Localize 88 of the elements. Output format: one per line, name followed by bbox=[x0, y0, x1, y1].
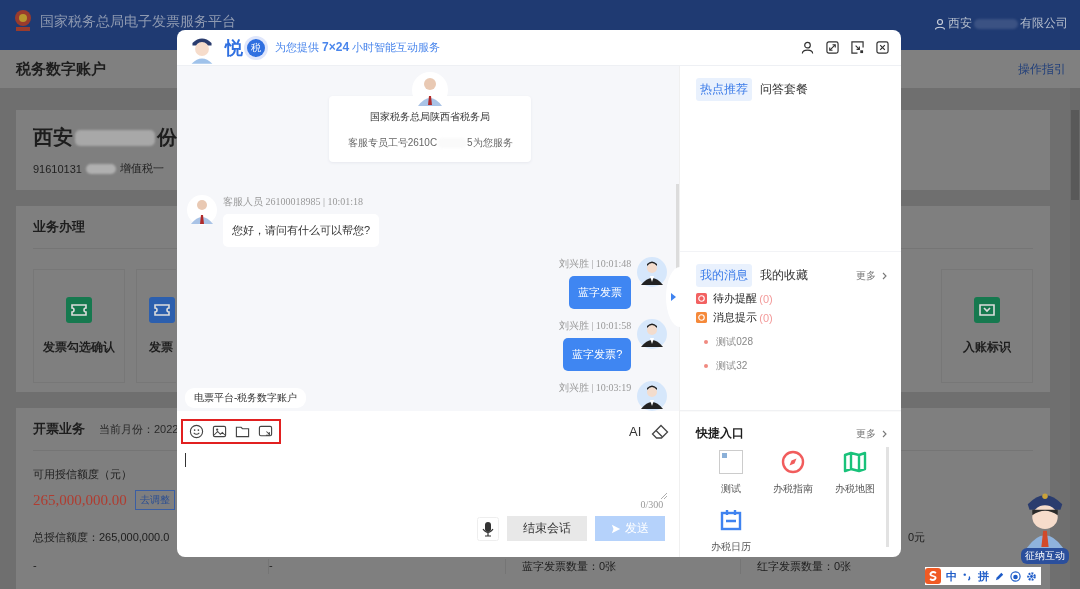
message-bubble: 蓝字发票? bbox=[563, 338, 632, 371]
counter-value: (0) bbox=[759, 311, 773, 324]
tab[interactable]: 热点推荐 bbox=[696, 78, 753, 101]
chevron-icon[interactable] bbox=[882, 271, 887, 280]
message-bubble: 您好，请问有什么可以帮您? bbox=[223, 214, 380, 247]
business-tile[interactable]: 入账标识 bbox=[941, 269, 1033, 383]
message-meta: 刘兴胜 | 10:01:48 bbox=[558, 257, 632, 271]
message-meta: 客服人员 26100018985 | 10:01:18 bbox=[223, 195, 365, 209]
message-meta: 刘兴胜 | 10:01:58 bbox=[558, 319, 632, 333]
tagline: 为您提供 7×24 小时智能互动服务 bbox=[275, 40, 441, 55]
shortcut-item[interactable]: 办税日历 bbox=[700, 508, 763, 554]
more-link[interactable]: 更多 bbox=[856, 268, 876, 283]
settings-icon[interactable] bbox=[1026, 570, 1037, 582]
table-cell-text: - bbox=[33, 559, 38, 573]
expand-icon[interactable] bbox=[826, 41, 839, 54]
character-counter: 0/300 bbox=[640, 499, 664, 510]
credit-label: 可用授信额度（元） bbox=[33, 467, 133, 482]
emoji-icon[interactable] bbox=[189, 424, 204, 439]
notice-item[interactable]: 测试028 bbox=[716, 335, 753, 349]
company-name: 西安 bbox=[33, 125, 73, 150]
amount-value: 0元 bbox=[907, 530, 927, 545]
calendar-icon bbox=[719, 508, 744, 532]
chevron-icon[interactable] bbox=[882, 429, 887, 438]
blurred-text bbox=[974, 18, 1018, 29]
shortcut-item[interactable]: 办税地图 bbox=[824, 450, 887, 496]
close-icon[interactable] bbox=[876, 41, 889, 54]
resize-grip-icon[interactable] bbox=[661, 493, 668, 499]
end-chat-button[interactable]: 结束会话 bbox=[507, 516, 588, 541]
more-link[interactable]: 更多 bbox=[856, 426, 876, 441]
message-meta: 刘兴胜 | 10:03:19 bbox=[558, 381, 632, 395]
current-month: 当前月份：2022 bbox=[99, 421, 179, 437]
skin-icon[interactable] bbox=[1010, 570, 1021, 582]
site-title: 国家税务总局电子发票服务平台 bbox=[40, 13, 236, 31]
user-name: 有限公司 bbox=[1020, 15, 1068, 32]
agent-number: 客服专员工号2610C bbox=[347, 136, 438, 150]
section-title: 快捷入口 bbox=[696, 425, 745, 442]
tab[interactable]: 我的收藏 bbox=[756, 264, 813, 287]
page-title: 税务数字账户 bbox=[16, 59, 106, 79]
bullet-icon bbox=[704, 364, 709, 368]
tax-id: 91610131 bbox=[33, 162, 82, 175]
company-name: 份 bbox=[157, 125, 177, 150]
tax-type: 增值税一 bbox=[119, 161, 164, 176]
send-icon bbox=[611, 523, 622, 534]
eraser-icon[interactable] bbox=[651, 423, 670, 440]
brand-badge: 税 bbox=[247, 38, 265, 57]
total-credit: 总授信额度：265,000,000.0 bbox=[33, 530, 171, 545]
avatar bbox=[187, 195, 217, 225]
broken-image-icon bbox=[719, 450, 744, 474]
image-icon[interactable] bbox=[212, 424, 227, 439]
brand-title: 悦 bbox=[225, 36, 243, 60]
counter-label[interactable]: 待办提醒 bbox=[713, 291, 758, 306]
tab[interactable]: 问答套餐 bbox=[756, 78, 813, 101]
shortcut-item[interactable]: 测试 bbox=[700, 450, 763, 496]
counter-label[interactable]: 消息提示 bbox=[713, 310, 758, 325]
user-name: 西安 bbox=[948, 15, 972, 32]
scrollbar[interactable] bbox=[1070, 88, 1080, 589]
pen-icon[interactable] bbox=[994, 570, 1005, 582]
table-cell: - bbox=[268, 559, 505, 574]
notice-item[interactable]: 测试32 bbox=[716, 359, 748, 373]
avatar bbox=[637, 257, 668, 287]
compass-icon bbox=[781, 450, 806, 474]
tab[interactable]: 我的消息 bbox=[696, 264, 753, 287]
blurred-text bbox=[85, 163, 116, 174]
microphone-button[interactable] bbox=[477, 516, 500, 541]
invoice-count: 蓝字发票数量：0张 bbox=[505, 559, 740, 574]
agent-number: 5为您服务 bbox=[467, 136, 513, 150]
ai-button[interactable]: AI bbox=[629, 424, 642, 439]
user-icon[interactable] bbox=[801, 41, 814, 54]
avatar bbox=[637, 319, 668, 349]
section-title: 业务办理 bbox=[33, 218, 85, 236]
org-name: 国家税务总局陕西省税务局 bbox=[370, 110, 491, 124]
credit-value: 265,000,000.00 bbox=[33, 491, 127, 509]
screenshot-icon[interactable] bbox=[258, 424, 273, 439]
minimize-icon[interactable] bbox=[851, 41, 864, 54]
counter-value: (0) bbox=[759, 292, 773, 305]
chat-badge[interactable]: 征纳互动 bbox=[1021, 548, 1069, 564]
folder-icon[interactable] bbox=[235, 424, 250, 439]
business-tile[interactable]: 发票勾选确认 bbox=[33, 269, 125, 383]
map-icon bbox=[843, 450, 868, 474]
section-title: 开票业务 bbox=[33, 420, 85, 438]
user-icon bbox=[934, 17, 946, 30]
bullet-icon bbox=[704, 340, 709, 344]
business-tile[interactable]: 发票 bbox=[136, 269, 176, 383]
emblem-icon bbox=[12, 8, 34, 34]
input-method-logo-icon[interactable] bbox=[925, 568, 941, 584]
message-bubble: 蓝字发票 bbox=[569, 276, 632, 309]
shortcut-item[interactable]: 办税指南 bbox=[762, 450, 825, 496]
context-chip[interactable]: 电票平台-税务数字账户 bbox=[185, 388, 307, 408]
